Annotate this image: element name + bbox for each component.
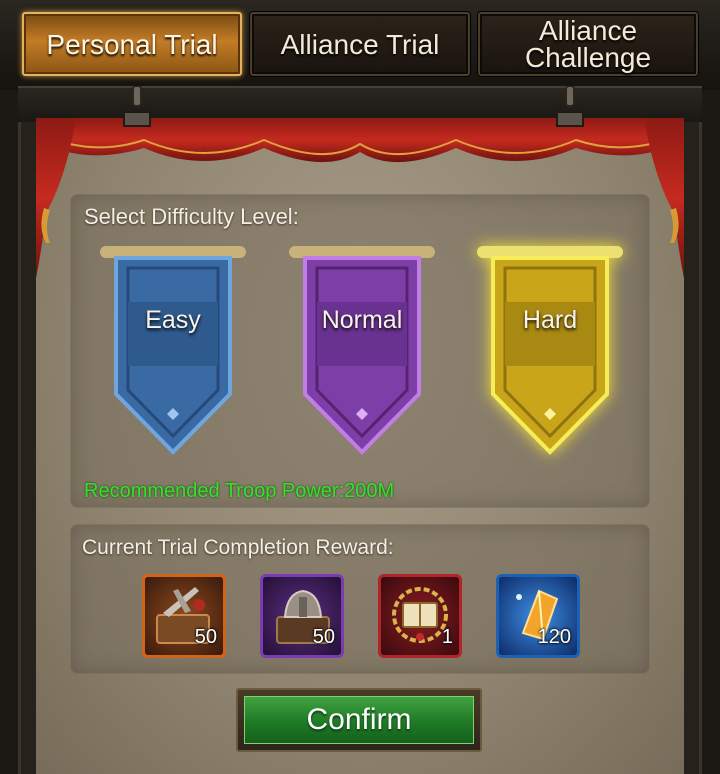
tab-label-line2: Challenge — [524, 42, 652, 73]
banner-icon — [100, 246, 246, 455]
tab-personal-trial[interactable]: Personal Trial — [22, 12, 242, 76]
tab-bar: Personal Trial Alliance Trial Alliance C… — [0, 0, 720, 90]
reward-count: 50 — [194, 626, 217, 648]
reward-count: 120 — [537, 626, 571, 648]
difficulty-title: Select Difficulty Level: — [84, 204, 299, 229]
confirm-button[interactable]: Confirm — [236, 688, 482, 752]
tab-alliance-trial[interactable]: Alliance Trial — [250, 12, 470, 76]
tab-label-line1: Alliance — [538, 15, 638, 46]
chain-hook-icon — [123, 86, 151, 127]
tab-alliance-challenge[interactable]: Alliance Challenge — [478, 12, 698, 76]
reward-item[interactable]: 50 — [260, 574, 344, 658]
tab-label: Personal Trial — [46, 28, 218, 60]
difficulty-label: Hard — [522, 306, 578, 334]
confirm-label: Confirm — [244, 696, 474, 744]
difficulty-hard-banner[interactable]: Hard — [475, 244, 625, 464]
reward-title: Current Trial Completion Reward: — [82, 536, 394, 559]
difficulty-label: Normal — [321, 306, 403, 334]
banner-icon — [477, 246, 623, 455]
reward-count: 50 — [312, 626, 335, 648]
difficulty-easy-banner[interactable]: Easy — [98, 244, 248, 464]
banner-icon — [289, 246, 435, 455]
recommended-power: Recommended Troop Power:200M — [84, 480, 395, 502]
trial-stage: Select Difficulty Level: Easy Normal Har… — [36, 118, 684, 774]
reward-item[interactable]: 120 — [496, 574, 580, 658]
reward-count: 1 — [441, 626, 453, 648]
reward-item[interactable]: 1 — [378, 574, 462, 658]
reward-item[interactable]: 50 — [142, 574, 226, 658]
tab-label: Alliance Trial — [280, 28, 440, 60]
difficulty-normal-banner[interactable]: Normal — [287, 244, 437, 464]
chain-hook-icon — [556, 86, 584, 127]
difficulty-label: Easy — [145, 306, 201, 334]
